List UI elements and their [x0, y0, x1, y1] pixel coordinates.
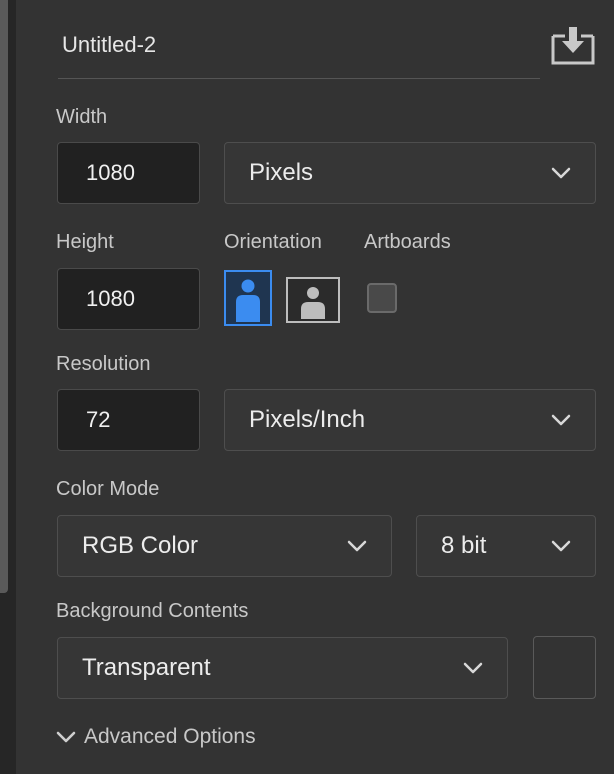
portrait-orientation-icon	[236, 279, 260, 322]
height-input[interactable]: 1080	[57, 268, 200, 330]
color-mode-value: RGB Color	[82, 532, 199, 559]
advanced-options-label: Advanced Options	[84, 725, 256, 748]
save-preset-icon	[551, 27, 595, 65]
width-unit-dropdown[interactable]: Pixels	[224, 142, 596, 204]
chevron-down-icon	[56, 731, 76, 743]
background-contents-label: Background Contents	[56, 600, 249, 622]
landscape-orientation-button[interactable]	[286, 277, 340, 323]
chevron-down-icon	[463, 662, 483, 674]
chevron-down-icon	[551, 540, 571, 552]
background-contents-value: Transparent	[82, 654, 211, 681]
width-unit-value: Pixels	[249, 159, 314, 186]
resolution-label: Resolution	[56, 353, 151, 375]
artboards-checkbox[interactable]	[367, 283, 397, 313]
left-rail	[0, 0, 16, 774]
chevron-down-icon	[551, 414, 571, 426]
chevron-down-icon	[347, 540, 367, 552]
background-color-swatch[interactable]	[533, 636, 596, 699]
height-label: Height	[56, 231, 114, 253]
width-input[interactable]: 1080	[57, 142, 200, 204]
advanced-options-toggle[interactable]: Advanced Options	[56, 722, 256, 752]
preset-name-field[interactable]: Untitled-2	[58, 20, 540, 79]
left-scrollbar[interactable]	[0, 0, 8, 593]
portrait-orientation-button[interactable]	[224, 270, 272, 326]
document-preset-panel: Untitled-2 Width 1080 Pixels Height Orie…	[0, 0, 614, 774]
save-preset-button[interactable]	[550, 24, 596, 66]
preset-name-text[interactable]: Untitled-2	[62, 32, 156, 58]
width-label: Width	[56, 106, 108, 128]
orientation-label: Orientation	[224, 231, 322, 253]
landscape-orientation-icon	[301, 287, 325, 319]
resolution-input[interactable]: 72	[57, 389, 200, 451]
bit-depth-value: 8 bit	[441, 532, 487, 559]
resolution-unit-dropdown[interactable]: Pixels/Inch	[224, 389, 596, 451]
color-mode-label: Color Mode	[56, 478, 160, 500]
chevron-down-icon	[551, 167, 571, 179]
bit-depth-dropdown[interactable]: 8 bit	[416, 515, 596, 577]
color-mode-dropdown[interactable]: RGB Color	[57, 515, 392, 577]
background-contents-dropdown[interactable]: Transparent	[57, 637, 508, 699]
resolution-unit-value: Pixels/Inch	[249, 406, 366, 433]
artboards-label: Artboards	[364, 231, 451, 253]
